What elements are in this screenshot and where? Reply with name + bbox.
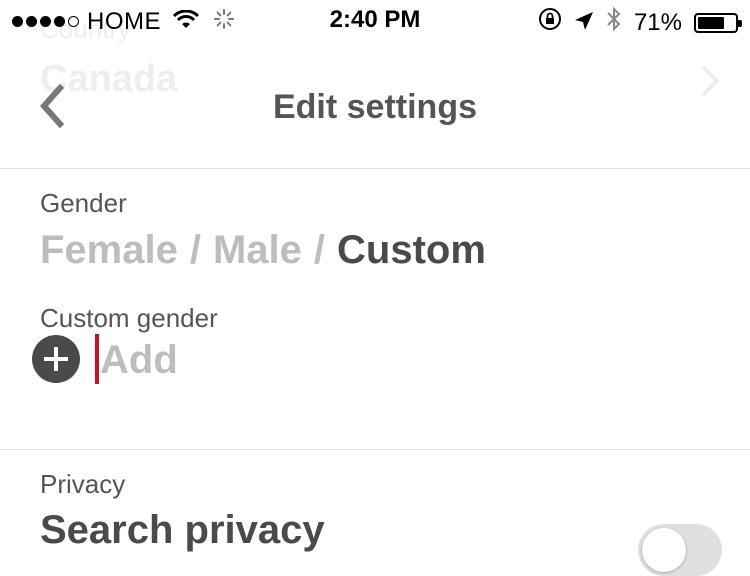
gender-option-female[interactable]: Female xyxy=(40,228,178,273)
status-bar: HOME 2:40 PM 71% xyxy=(0,0,750,40)
search-privacy-title: Search privacy xyxy=(40,508,325,552)
section-divider xyxy=(0,449,750,450)
battery-fill xyxy=(698,16,724,29)
gender-option-custom[interactable]: Custom xyxy=(337,228,486,273)
privacy-label: Privacy xyxy=(40,469,126,499)
status-right: 71% xyxy=(538,6,742,39)
bluetooth-icon xyxy=(606,6,622,39)
custom-gender-input[interactable] xyxy=(100,336,500,384)
search-privacy-toggle[interactable] xyxy=(638,524,722,576)
page-title: Edit settings xyxy=(272,88,478,126)
gender-selector: Female / Male / Custom xyxy=(40,228,486,273)
custom-gender-label: Custom gender xyxy=(40,303,218,333)
location-arrow-icon xyxy=(574,7,594,38)
battery-icon xyxy=(694,12,742,33)
gender-label: Gender xyxy=(40,188,127,218)
plus-circle-icon[interactable] xyxy=(32,335,80,383)
toggle-knob xyxy=(642,528,686,572)
navigation-bar: Edit settings xyxy=(0,40,750,168)
text-cursor xyxy=(95,334,99,384)
gender-separator: / xyxy=(189,228,201,272)
gender-separator: / xyxy=(313,228,326,272)
rotation-lock-icon xyxy=(538,7,562,38)
nav-divider xyxy=(0,168,750,169)
gender-option-male[interactable]: Male xyxy=(213,228,302,273)
battery-percent: 71% xyxy=(633,8,682,36)
